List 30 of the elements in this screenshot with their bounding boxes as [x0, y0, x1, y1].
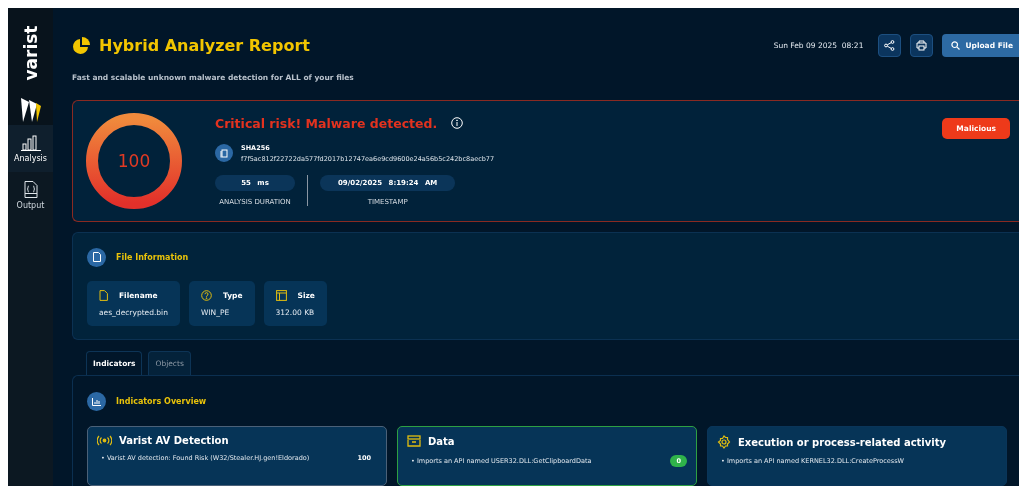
- section-title: Indicators Overview: [116, 397, 207, 406]
- pie-chart-icon: [72, 36, 90, 55]
- search-icon: [951, 41, 961, 51]
- logo-text: varist: [20, 25, 41, 81]
- share-icon: [884, 40, 896, 52]
- file-icon: [99, 289, 108, 301]
- page-title: Hybrid Analyzer Report: [99, 36, 310, 56]
- gear-icon: [717, 435, 731, 449]
- print-button[interactable]: [910, 34, 934, 58]
- copy-icon: [215, 144, 233, 163]
- card-title: Varist AV Detection: [119, 435, 229, 446]
- share-button[interactable]: [878, 34, 902, 58]
- layout-icon: [275, 289, 287, 301]
- card-title: Data: [428, 435, 455, 447]
- nav-item[interactable]: Analysis: [8, 125, 53, 172]
- risk-headline: Critical risk! Malware detected.: [215, 115, 438, 131]
- printer-icon: [916, 40, 928, 52]
- logo-icon: [19, 96, 42, 122]
- question-icon: [200, 289, 212, 301]
- section-title: File Information: [116, 252, 189, 262]
- document-icon: [87, 247, 106, 267]
- bar-chart-icon: [20, 134, 41, 151]
- card-title: Execution or process-related activity: [738, 436, 947, 448]
- json-file-icon: [23, 181, 38, 198]
- tray-icon: [407, 435, 421, 447]
- nav-item[interactable]: Output: [8, 172, 53, 219]
- info-icon: [451, 117, 464, 130]
- chart-icon: [87, 392, 106, 411]
- broadcast-icon: [97, 435, 112, 446]
- risk-score: 100: [117, 150, 151, 171]
